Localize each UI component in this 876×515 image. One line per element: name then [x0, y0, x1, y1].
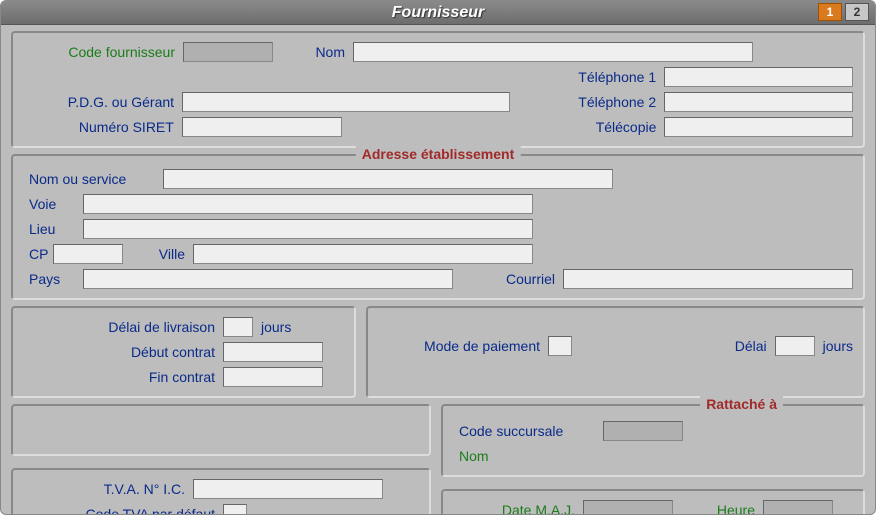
- label-voie: Voie: [23, 196, 83, 212]
- label-delai-paiement: Délai: [715, 338, 775, 354]
- suffix-jours-paiement: jours: [815, 338, 853, 354]
- supplier-form-window: Fournisseur 1 2 Code fournisseur Nom Tél…: [0, 0, 876, 515]
- label-cp: CP: [23, 246, 53, 262]
- label-tel2: Téléphone 2: [510, 94, 664, 110]
- input-nom-service[interactable]: [163, 169, 613, 189]
- input-siret[interactable]: [182, 117, 342, 137]
- input-fin-contrat[interactable]: [223, 367, 323, 387]
- input-delai-livraison[interactable]: [223, 317, 253, 337]
- input-pays[interactable]: [83, 269, 453, 289]
- titlebar: Fournisseur 1 2: [1, 1, 875, 25]
- tab-1[interactable]: 1: [818, 3, 842, 21]
- input-fax[interactable]: [664, 117, 853, 137]
- input-date-maj: [583, 500, 673, 515]
- panel-paiement: Mode de paiement Délai jours: [366, 306, 865, 398]
- panel-maj: Date M.A.J. Heure: [441, 489, 865, 515]
- input-courriel[interactable]: [563, 269, 853, 289]
- panel-tva: T.V.A. N° I.C. Code TVA par défaut: [11, 468, 431, 515]
- label-debut-contrat: Début contrat: [23, 344, 223, 360]
- label-tva-defaut: Code TVA par défaut: [23, 506, 223, 515]
- label-nom-service: Nom ou service: [23, 171, 163, 187]
- input-tel2[interactable]: [664, 92, 853, 112]
- panel-empty: [11, 404, 431, 456]
- label-fax: Télécopie: [511, 119, 665, 135]
- legend-adresse: Adresse établissement: [356, 146, 521, 162]
- input-code-succursale[interactable]: [603, 421, 683, 441]
- input-voie[interactable]: [83, 194, 533, 214]
- label-code-fournisseur: Code fournisseur: [23, 44, 183, 60]
- label-courriel: Courriel: [453, 271, 563, 287]
- input-nom[interactable]: [353, 42, 753, 62]
- label-lieu: Lieu: [23, 221, 83, 237]
- input-ville[interactable]: [193, 244, 533, 264]
- panel-livraison: Délai de livraison jours Début contrat F…: [11, 306, 356, 398]
- label-fin-contrat: Fin contrat: [23, 369, 223, 385]
- label-heure-maj: Heure: [673, 502, 763, 515]
- input-tva-ic[interactable]: [193, 479, 383, 499]
- panel-identity: Code fournisseur Nom Téléphone 1 P.D.G. …: [11, 31, 865, 148]
- label-siret: Numéro SIRET: [23, 119, 182, 135]
- input-tel1[interactable]: [664, 67, 853, 87]
- label-tva-ic: T.V.A. N° I.C.: [23, 481, 193, 497]
- input-cp[interactable]: [53, 244, 123, 264]
- input-pdg[interactable]: [182, 92, 510, 112]
- label-rattache-nom: Nom: [453, 448, 513, 464]
- input-code-fournisseur[interactable]: [183, 42, 273, 62]
- label-ville: Ville: [123, 246, 193, 262]
- input-heure-maj: [763, 500, 833, 515]
- panel-adresse: Adresse établissement Nom ou service Voi…: [11, 154, 865, 300]
- label-pays: Pays: [23, 271, 83, 287]
- label-mode-paiement: Mode de paiement: [378, 338, 548, 354]
- input-delai-paiement[interactable]: [775, 336, 815, 356]
- input-debut-contrat[interactable]: [223, 342, 323, 362]
- window-title: Fournisseur: [392, 4, 484, 22]
- input-lieu[interactable]: [83, 219, 533, 239]
- panel-rattache: Rattaché à Code succursale Nom: [441, 404, 865, 477]
- suffix-jours-livraison: jours: [253, 319, 291, 335]
- label-code-succursale: Code succursale: [453, 423, 603, 439]
- input-mode-paiement[interactable]: [548, 336, 572, 356]
- input-tva-defaut[interactable]: [223, 504, 247, 515]
- label-tel1: Téléphone 1: [520, 69, 664, 85]
- tab-2[interactable]: 2: [845, 3, 869, 21]
- label-pdg: P.D.G. ou Gérant: [23, 94, 182, 110]
- label-delai-livraison: Délai de livraison: [23, 319, 223, 335]
- legend-rattache: Rattaché à: [700, 396, 783, 412]
- label-nom: Nom: [273, 44, 353, 60]
- tabset: 1 2: [818, 3, 869, 21]
- label-date-maj: Date M.A.J.: [453, 502, 583, 515]
